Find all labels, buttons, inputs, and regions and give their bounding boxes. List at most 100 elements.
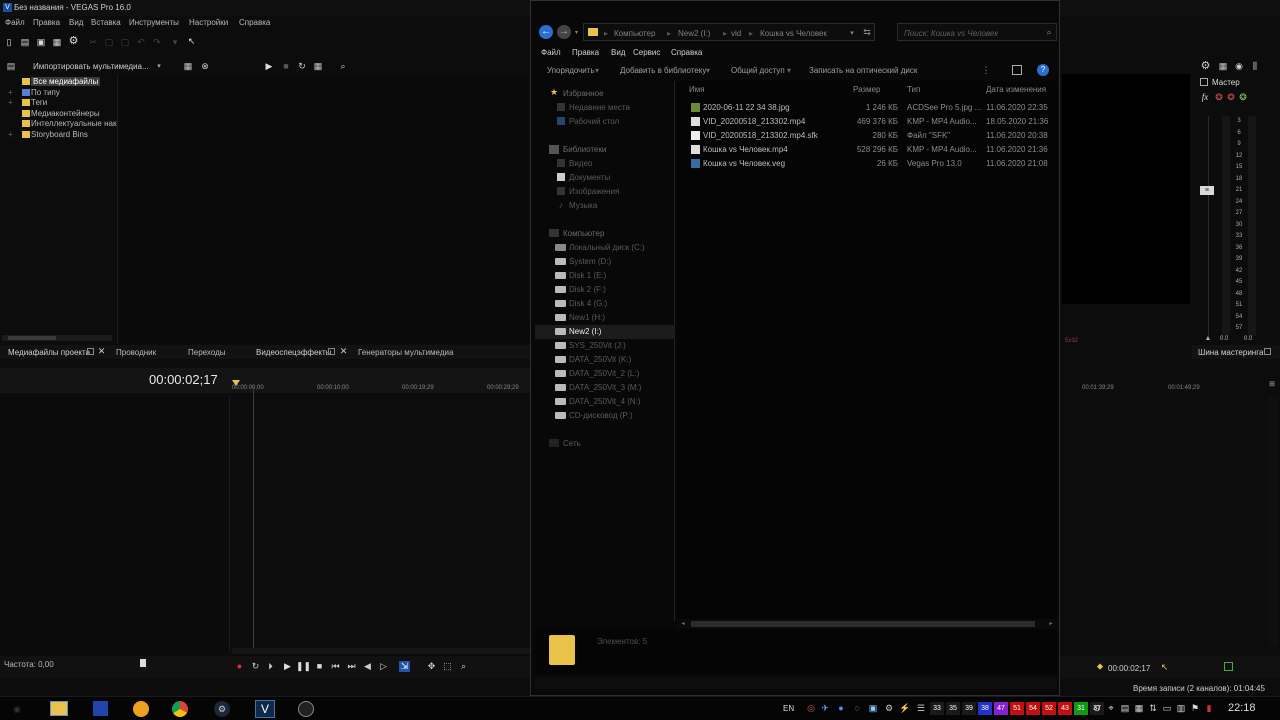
breadcrumb-current[interactable]: Кошка vs Человек [760,29,827,38]
menu-view[interactable]: Вид [69,18,83,27]
settings-gear-icon[interactable]: ⚙ [68,36,79,47]
tray-app-icon[interactable]: ⊙ [1092,703,1102,713]
go-to-end-icon[interactable]: ⏭ [347,662,356,671]
nav-documents[interactable]: Документы [569,173,610,182]
envelope-tool-icon[interactable]: ✥ [427,662,436,671]
fx-chain-icon[interactable]: ❂ [1226,92,1236,102]
back-arrow-icon[interactable]: ← [539,25,553,39]
nav-drive-item[interactable]: Локальный диск (C:) [535,241,675,255]
timeline-hscroll[interactable] [232,648,530,654]
address-dropdown-icon[interactable]: ▾ [848,29,856,37]
organize-button[interactable]: Упорядочить [547,66,595,75]
menu-tools[interactable]: Инструменты [129,18,179,27]
timeline-vscroll[interactable] [1268,396,1278,646]
dropdown-chevron-icon[interactable]: ▾ [155,62,163,70]
nav-music[interactable]: Музыка [569,201,597,210]
nav-drive-item[interactable]: New1 (H:) [535,311,675,325]
tray-app-icon[interactable]: ▦ [1134,703,1144,713]
breadcrumb-computer[interactable]: Компьютер [614,29,655,38]
tray-app-icon[interactable]: ⌖ [1106,703,1116,713]
search-input[interactable]: Поиск: Кошка vs Человек [904,29,998,38]
chrome-taskbar-icon[interactable] [172,701,188,717]
monitor-icon[interactable] [1224,662,1233,671]
master-fader-handle[interactable]: ≡ [1200,186,1214,195]
tray-counter-badge[interactable]: 51 [1010,702,1024,715]
tray-counter-badge[interactable]: 38 [978,702,992,715]
undo-icon[interactable]: ↶ [136,37,146,47]
nav-drive-item[interactable]: Disk 4 (G:) [535,297,675,311]
nav-drive-item[interactable]: DATA_250Vit_3 (M:) [535,381,675,395]
explorer-menu-file[interactable]: Файл [541,48,561,57]
search-icon[interactable]: ⌕ [1044,27,1054,37]
edit-tool-icon[interactable]: ⇲ [399,661,410,672]
nav-drive-item[interactable]: DATA_250Vit_4 (N:) [535,395,675,409]
column-header-date[interactable]: Дата изменения [986,85,1046,94]
fx-chain-icon[interactable]: ❂ [1238,92,1248,102]
file-row[interactable]: VID_20200518_213302.mp4 469 376 КБ KMP - M… [677,115,1057,129]
breadcrumb-drive[interactable]: New2 (I:) [678,29,710,38]
save-icon[interactable]: ▣ [36,37,46,47]
menu-settings[interactable]: Настройки [189,18,228,27]
search-media-icon[interactable]: ⌕ [338,61,348,71]
loop-icon[interactable]: ↻ [251,662,260,671]
file-row[interactable]: VID_20200518_213302.mp4.sfk 280 КБ Файл "S… [677,129,1057,143]
add-to-library-button[interactable]: Добавить в библиотеку [620,66,706,75]
tray-counter-badge[interactable]: 43 [1058,702,1072,715]
master-settings-gear-icon[interactable]: ⚙ [1200,61,1211,72]
redo-icon[interactable]: ↷ [152,37,162,47]
tray-app-icon[interactable]: ✈ [820,703,830,713]
play-preview-icon[interactable]: ▶ [264,61,274,71]
auto-preview-icon[interactable]: ↻ [297,61,307,71]
play-from-start-icon[interactable]: ⏵ [266,662,275,671]
nav-desktop[interactable]: Рабочий стол [569,117,619,126]
tray-app-icon[interactable]: ▣ [868,703,878,713]
nav-drive-item[interactable]: System (D:) [535,255,675,269]
help-icon[interactable]: ? [1037,64,1049,76]
nav-drive-item[interactable]: Disk 1 (E:) [535,269,675,283]
selection-tool-icon[interactable]: ⬚ [443,662,452,671]
nav-network[interactable]: Сеть [563,439,581,448]
column-header-type[interactable]: Тип [907,85,920,94]
fader-lock-icon[interactable]: ▲ [1204,334,1212,342]
share-button[interactable]: Общий доступ [731,66,785,75]
tray-counter-badge[interactable]: 47 [994,702,1008,715]
file-row[interactable]: Кошка vs Человек.mp4 528 296 КБ KMP - MP4 … [677,143,1057,157]
tab-media-generators[interactable]: Генераторы мультимедиа [358,348,453,357]
tray-app-icon[interactable]: ● [836,703,846,713]
explorer-taskbar-icon[interactable] [50,701,68,716]
scroll-thumb[interactable] [691,621,1035,627]
tray-counter-badge[interactable]: 54 [1026,702,1040,715]
tab-video-fx[interactable]: Видеоспецэффекты [256,348,331,357]
explorer-menu-edit[interactable]: Правка [572,48,599,57]
tray-app-icon[interactable]: ⚙ [884,703,894,713]
start-button-icon[interactable]: ◉ [10,702,24,716]
tray-counter-badge[interactable]: 35 [946,702,960,715]
view-options-icon[interactable]: ⋮ [982,65,991,75]
burn-disc-button[interactable]: Записать на оптический диск [809,66,917,75]
file-row[interactable]: Кошка vs Человек.veg 26 КБ Vegas Pro 13.0 1… [677,157,1057,171]
scroll-right-icon[interactable]: ▸ [1047,620,1055,628]
tab-float-icon[interactable] [1264,348,1271,355]
file-list-hscroll[interactable]: ◂ ▸ [677,619,1057,629]
zoom-tool-icon[interactable]: ⌕ [459,662,468,671]
tab-close-icon[interactable]: ✕ [97,347,106,356]
nav-favorites[interactable]: Избранное [563,89,604,98]
tray-app-icon[interactable]: ◌ [852,703,862,713]
save-app-taskbar-icon[interactable] [93,701,108,716]
next-frame-icon[interactable]: ▷ [379,662,388,671]
breadcrumb-folder[interactable]: vid [731,29,741,38]
scroll-left-icon[interactable]: ◂ [679,620,687,628]
nav-pictures[interactable]: Изображения [569,187,619,196]
pause-icon[interactable]: ❚❚ [296,662,311,671]
menu-help[interactable]: Справка [239,18,270,27]
go-to-start-icon[interactable]: ⏮ [331,662,340,671]
cut-icon[interactable]: ✂ [88,37,98,47]
prev-frame-icon[interactable]: ◀ [363,662,372,671]
stop-preview-icon[interactable]: ■ [281,61,291,71]
tab-close-icon[interactable]: ✕ [339,347,348,356]
fx-icon[interactable]: fx [1200,92,1210,102]
help-pointer-icon[interactable]: ↖ [186,36,197,47]
vegas-taskbar-icon[interactable]: V [255,700,275,718]
menu-edit[interactable]: Правка [33,18,60,27]
play-icon[interactable]: ▶ [283,662,292,671]
